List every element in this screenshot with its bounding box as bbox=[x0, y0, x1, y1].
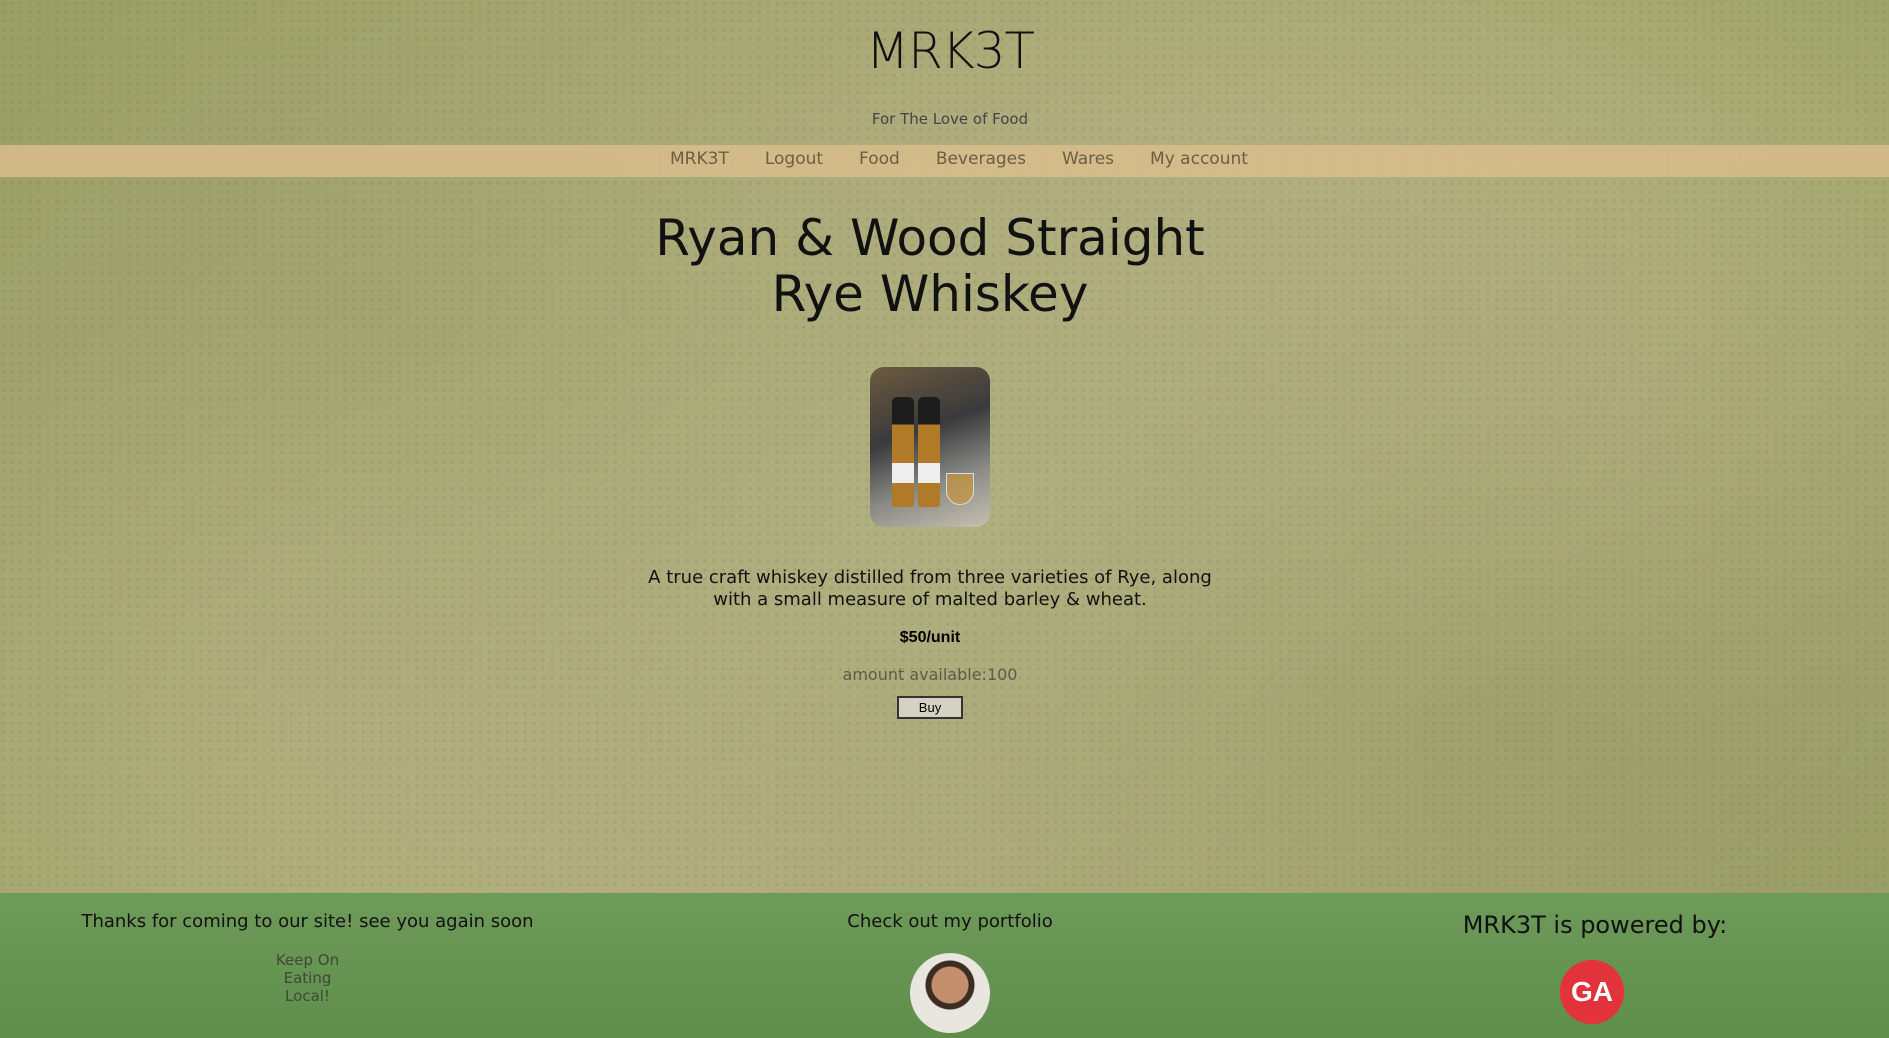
product-title: Ryan & Wood Straight Rye Whiskey bbox=[655, 209, 1205, 323]
portfolio-link[interactable]: Check out my portfolio bbox=[760, 911, 1140, 932]
bottle-shape bbox=[918, 397, 940, 507]
nav-item-wares[interactable]: Wares bbox=[1062, 149, 1114, 169]
site-footer: Thanks for coming to our site! see you a… bbox=[0, 893, 1889, 1038]
footer-thanks: Thanks for coming to our site! see you a… bbox=[81, 911, 534, 932]
nav-item-mrk3t[interactable]: MRK3T bbox=[670, 149, 729, 169]
site-tagline: For The Love of Food bbox=[871, 110, 1029, 128]
nav-item-food[interactable]: Food bbox=[859, 149, 900, 169]
nav-item-my-account[interactable]: My account bbox=[1150, 149, 1248, 169]
buy-button[interactable]: Buy bbox=[896, 696, 964, 719]
site-header: MRK3T For The Love of Food bbox=[0, 0, 1889, 145]
product-description: A true craft whiskey distilled from thre… bbox=[648, 567, 1212, 610]
nav-item-beverages[interactable]: Beverages bbox=[936, 149, 1026, 169]
powered-by-label: MRK3T is powered by: bbox=[1462, 911, 1728, 939]
product-image bbox=[870, 367, 990, 527]
site-title[interactable]: MRK3T bbox=[0, 22, 1889, 80]
footer-tagline-line: Keep On bbox=[275, 951, 340, 969]
product-price: $50/unit bbox=[899, 629, 961, 646]
footer-tagline: Keep On Eating Local! bbox=[70, 951, 545, 1005]
glass-shape bbox=[946, 473, 974, 505]
footer-tagline-line: Eating bbox=[283, 969, 332, 987]
ga-logo-icon[interactable]: GA bbox=[1560, 960, 1624, 1024]
nav-item-logout[interactable]: Logout bbox=[765, 149, 823, 169]
main-nav: MRK3T Logout Food Beverages Wares My acc… bbox=[0, 145, 1889, 177]
avatar[interactable] bbox=[910, 953, 990, 1033]
amount-available: amount available:100 bbox=[842, 665, 1018, 684]
bottle-shape bbox=[892, 397, 914, 507]
product-detail: Ryan & Wood Straight Rye Whiskey A true … bbox=[640, 210, 1220, 719]
footer-tagline-line: Local! bbox=[285, 987, 330, 1005]
